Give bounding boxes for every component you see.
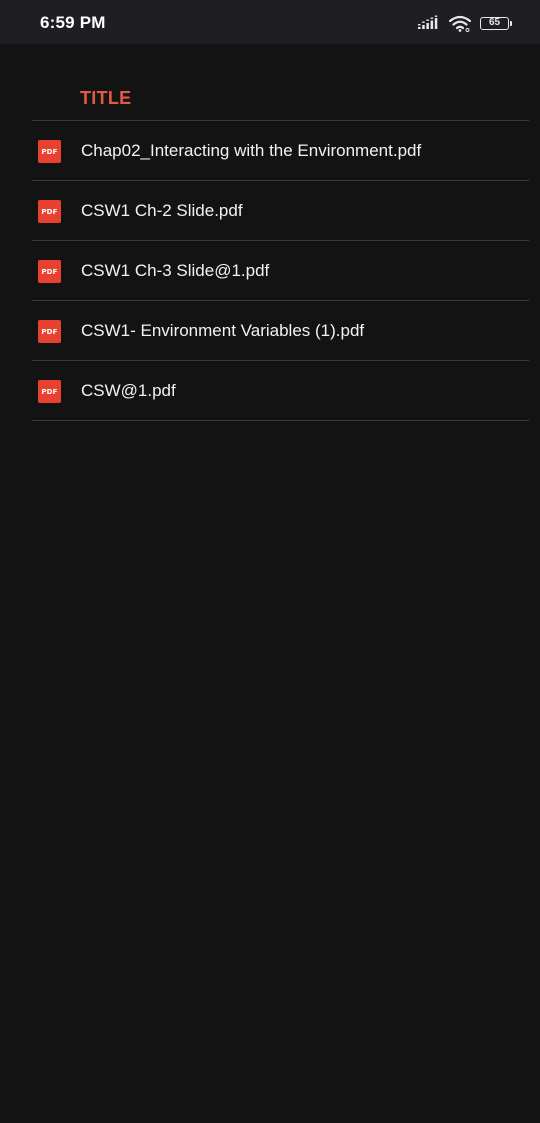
file-row[interactable]: PDF CSW@1.pdf xyxy=(32,361,529,421)
file-row[interactable]: PDF CSW1 Ch-2 Slide.pdf xyxy=(32,181,529,241)
battery-level: 65 xyxy=(480,16,509,30)
pdf-file-icon: PDF xyxy=(38,260,61,283)
battery-icon: 65 xyxy=(480,16,512,30)
pdf-file-icon: PDF xyxy=(38,380,61,403)
wifi-icon xyxy=(449,15,471,32)
file-list: PDF Chap02_Interacting with the Environm… xyxy=(32,121,529,421)
list-header-title[interactable]: TITLE xyxy=(80,88,132,109)
status-time: 6:59 PM xyxy=(40,13,106,32)
pdf-file-icon: PDF xyxy=(38,140,61,163)
file-row[interactable]: PDF Chap02_Interacting with the Environm… xyxy=(32,121,529,181)
status-icons: 65 xyxy=(418,14,512,32)
file-name: CSW1- Environment Variables (1).pdf xyxy=(81,321,365,340)
file-name: CSW@1.pdf xyxy=(81,381,176,400)
list-header: TITLE xyxy=(32,78,529,121)
status-bar: 6:59 PM 65 xyxy=(0,0,540,44)
file-name: CSW1 Ch-2 Slide.pdf xyxy=(81,201,243,220)
signal-icon xyxy=(418,15,438,29)
file-row[interactable]: PDF CSW1 Ch-3 Slide@1.pdf xyxy=(32,241,529,301)
pdf-file-icon: PDF xyxy=(38,320,61,343)
battery-tip xyxy=(510,20,512,26)
pdf-file-icon: PDF xyxy=(38,200,61,223)
file-row[interactable]: PDF CSW1- Environment Variables (1).pdf xyxy=(32,301,529,361)
file-name: CSW1 Ch-3 Slide@1.pdf xyxy=(81,261,270,280)
file-name: Chap02_Interacting with the Environment.… xyxy=(81,141,422,160)
